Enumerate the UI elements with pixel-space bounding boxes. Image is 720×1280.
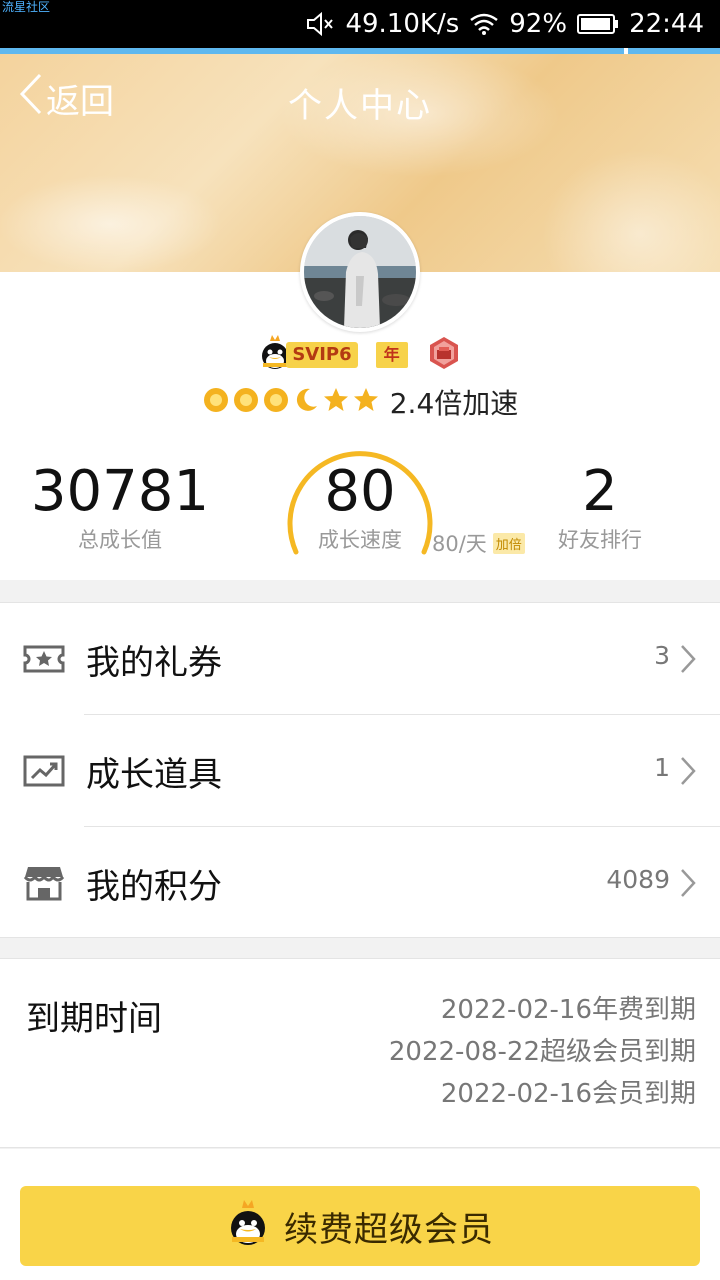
status-bar: 流星社区 49.10K/s 92% 22:44 — [0, 0, 720, 48]
penguin-crown-icon — [226, 1200, 270, 1252]
page-title: 个人中心 — [288, 86, 432, 126]
expiry-list: 2022-02-16年费到期 2022-08-22超级会员到期 2022-02-… — [389, 989, 696, 1115]
avatar[interactable] — [300, 212, 420, 332]
expiry-title: 到期时间 — [26, 999, 162, 1039]
svip-level-label: SVIP6 — [286, 342, 358, 368]
chevron-right-icon — [678, 867, 698, 899]
expiry-section: 到期时间 2022-02-16年费到期 2022-08-22超级会员到期 202… — [0, 958, 720, 1148]
menu-item-points[interactable]: 我的积分 4089 — [0, 827, 720, 939]
growth-speed-stat[interactable]: 80 成长速度 — [290, 462, 430, 554]
friend-rank-value: 2 — [582, 459, 618, 524]
menu-label: 成长道具 — [86, 755, 222, 795]
growth-speed-value: 80 — [324, 459, 396, 524]
total-growth-value: 30781 — [30, 459, 210, 524]
expiry-line-annual: 2022-02-16年费到期 — [440, 995, 696, 1025]
per-day-value: 80/天 — [432, 532, 487, 556]
expiry-line-vip: 2022-02-16会员到期 — [440, 1079, 696, 1109]
chevron-right-icon — [678, 643, 698, 675]
menu-item-growth-props[interactable]: 成长道具 1 — [0, 715, 720, 827]
sun-icon — [262, 386, 290, 418]
ticket-icon — [22, 639, 66, 679]
battery-icon — [577, 13, 619, 35]
chevron-right-icon — [678, 755, 698, 787]
growth-speed-label: 成长速度 — [318, 528, 402, 552]
level-row: 2.4倍加速 — [0, 382, 720, 422]
total-growth-stat[interactable]: 30781 总成长值 — [20, 462, 220, 554]
friend-rank-stat[interactable]: 2 好友排行 — [500, 462, 700, 554]
star-icon — [352, 386, 380, 418]
renew-label: 续费超级会员 — [284, 1209, 494, 1250]
mute-icon — [305, 11, 335, 37]
menu-value: 1 — [654, 753, 670, 782]
network-speed: 49.10K/s — [345, 9, 460, 39]
friend-rank-label: 好友排行 — [558, 528, 642, 552]
star-icon — [322, 386, 350, 418]
wifi-icon — [469, 12, 499, 36]
watermark-text: 流星社区 — [2, 0, 51, 14]
menu-label: 我的礼券 — [86, 643, 222, 683]
speedup-label: 2.4倍加速 — [389, 387, 519, 420]
store-icon — [22, 863, 66, 903]
menu-value: 3 — [654, 641, 670, 670]
clock: 22:44 — [629, 9, 704, 39]
cake-medal-icon[interactable] — [426, 335, 462, 375]
battery-percent: 92% — [509, 9, 568, 39]
renew-svip-button[interactable]: 续费超级会员 — [20, 1186, 700, 1266]
moon-icon — [292, 386, 320, 418]
menu-list: 我的礼券 3 成长道具 1 我的积分 4089 — [0, 602, 720, 938]
sun-icon — [232, 386, 260, 418]
sun-icon — [202, 386, 230, 418]
badge-row: SVIP6 年 — [0, 330, 720, 380]
annual-badge[interactable]: 年 — [375, 342, 408, 368]
menu-item-coupons[interactable]: 我的礼券 3 — [0, 603, 720, 715]
menu-value: 4089 — [606, 865, 670, 894]
svip-badge[interactable]: SVIP6 — [258, 335, 358, 373]
menu-label: 我的积分 — [86, 867, 222, 907]
trend-chart-icon — [22, 751, 66, 791]
expiry-line-svip: 2022-08-22超级会员到期 — [388, 1037, 696, 1067]
total-growth-label: 总成长值 — [78, 528, 162, 552]
